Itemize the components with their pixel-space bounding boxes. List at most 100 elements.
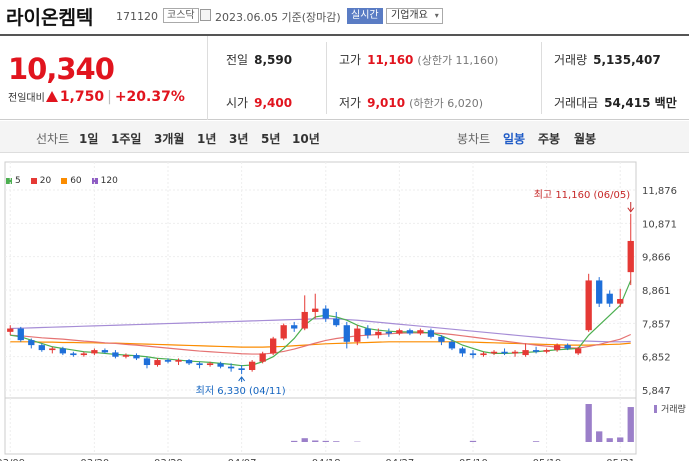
candle-body (459, 348, 466, 354)
candle-body (59, 348, 66, 354)
candle-body (248, 361, 256, 370)
line-chart-label[interactable]: 선차트 (36, 130, 69, 147)
candle-body (333, 318, 340, 326)
change-label: 전일대비 (8, 93, 45, 104)
open-price: 시가 9,400 (226, 96, 293, 110)
candle-body (427, 330, 435, 337)
stock-name: 라이온켐텍 (6, 7, 94, 29)
candle-body (585, 280, 592, 331)
volume-bar (627, 407, 634, 442)
candle-body (175, 360, 182, 362)
company-overview-label: 기업개요 (391, 10, 428, 21)
candle-body (101, 350, 109, 353)
candle-body (196, 363, 203, 366)
market-badge: 코스닥 (163, 8, 199, 23)
candle-body (17, 328, 24, 341)
candle-body (154, 360, 161, 366)
volume-bar (312, 440, 319, 442)
candle-body (38, 345, 45, 351)
y-tick-label: 8,861 (642, 286, 671, 297)
reference-date: 2023.06.05 기준(장마감) (215, 11, 341, 24)
candle-body (438, 336, 445, 342)
candle-body (354, 328, 361, 342)
candle-body (49, 348, 56, 351)
candle-body (238, 368, 245, 370)
tab-3year[interactable]: 3년 (229, 130, 248, 147)
low-annotation: 최저 6,330 (04/11) (196, 385, 286, 397)
tab-5year[interactable]: 5년 (261, 130, 280, 147)
candle-body (522, 350, 529, 356)
candle-body (364, 328, 371, 336)
tab-1week[interactable]: 1주일 (111, 130, 141, 147)
chart-frame (4, 161, 637, 455)
candle-body (280, 325, 287, 339)
y-tick-label: 7,857 (642, 319, 671, 330)
candle-chart-label[interactable]: 봉차트 (457, 130, 490, 147)
tab-1year[interactable]: 1년 (197, 130, 216, 147)
ma120-line (10, 317, 631, 343)
volume-bar (322, 440, 329, 442)
trade-amount: 거래대금 54,415 백만 (554, 96, 677, 110)
volume-bar (291, 440, 298, 442)
candle-body (80, 353, 88, 356)
candle-body (396, 330, 403, 334)
candle-body (301, 311, 308, 329)
y-tick-label: 11,876 (642, 186, 677, 197)
candle-body (627, 240, 634, 273)
company-overview-select[interactable]: 기업개요 ▾ (386, 8, 443, 24)
y-tick-label: 5,847 (642, 386, 671, 397)
volume-bar (585, 404, 592, 442)
stock-chart[interactable]: 11,87610,8719,8668,8617,8576,8525,84703/… (0, 154, 689, 461)
candle-body (385, 331, 393, 334)
prev-close: 전일 8,590 (226, 53, 293, 67)
high-price: 고가 11,160 (상한가 11,160) (339, 53, 499, 67)
price-change-row: 전일대비 1,750 | +20.37% (8, 89, 185, 105)
candle-body (617, 299, 624, 304)
tab-3month[interactable]: 3개월 (154, 130, 184, 147)
volume-bar (301, 438, 308, 442)
candle-body (596, 280, 603, 304)
volume-label: 거래량 (661, 403, 686, 415)
volume-legend-swatch (654, 405, 657, 413)
candle-body (490, 351, 498, 354)
tab-1day[interactable]: 1일 (79, 130, 98, 147)
stock-code: 171120 (116, 10, 158, 23)
current-price-box: 10,340 전일대비 1,750 | +20.37% (0, 36, 208, 120)
y-tick-label: 9,866 (642, 253, 671, 264)
candle-body (375, 331, 382, 336)
candle-body (164, 360, 172, 362)
candle-body (564, 345, 571, 349)
tab-10year[interactable]: 10년 (292, 130, 320, 147)
candle-body (259, 353, 266, 362)
candle-body (469, 353, 477, 356)
realtime-button[interactable]: 실시간 (347, 8, 383, 24)
candle-body (217, 363, 224, 367)
y-tick-label: 10,871 (642, 219, 677, 230)
candle-body (185, 360, 193, 364)
tab-weekly[interactable]: 주봉 (538, 130, 560, 147)
volume-bar (532, 441, 540, 442)
candle-body (575, 348, 582, 354)
candle-body (143, 358, 151, 366)
candle-body (122, 355, 130, 357)
candle-body (28, 340, 35, 346)
candle-body (312, 308, 319, 312)
tab-monthly[interactable]: 월봉 (574, 130, 596, 147)
candle-body (270, 338, 277, 354)
candle-body (206, 363, 214, 366)
candle-body (291, 325, 298, 329)
candle-body (343, 325, 350, 342)
volume-bar (617, 437, 624, 442)
candle-body (91, 350, 98, 354)
candle-body (417, 330, 424, 334)
price-summary: 10,340 전일대비 1,750 | +20.37% 전일 8,590 고가 11,16… (0, 34, 689, 120)
candle-body (7, 328, 14, 332)
candle-body (511, 351, 519, 354)
tab-daily[interactable]: 일봉 (503, 130, 525, 147)
volume: 거래량 5,135,407 (554, 53, 661, 67)
candle-body (501, 351, 508, 354)
up-triangle-icon (45, 91, 58, 102)
candle-body (606, 293, 613, 304)
volume-bar (596, 431, 603, 442)
candle-body (448, 341, 456, 349)
